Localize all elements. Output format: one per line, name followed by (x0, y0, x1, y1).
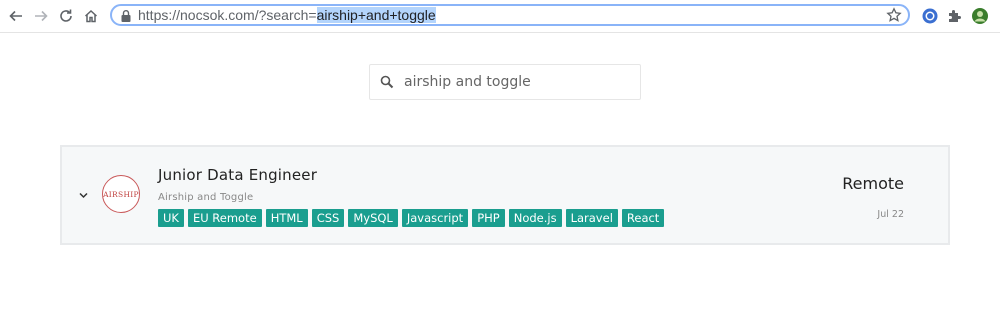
home-icon (84, 9, 98, 23)
company-logo: AIRSHIP (102, 175, 140, 213)
forward-button[interactable] (31, 6, 51, 26)
job-date: Jul 22 (877, 209, 904, 220)
url-text: https://nocsok.com/?search=airship+and+t… (138, 7, 436, 24)
extension-blue-icon[interactable] (920, 6, 940, 26)
tag[interactable]: Laravel (565, 209, 618, 227)
tag-list: UK EU Remote HTML CSS MySQL Javascript P… (158, 209, 665, 227)
job-location: Remote (842, 174, 904, 193)
company-logo-text: AIRSHIP (103, 189, 139, 199)
search-box (369, 64, 641, 100)
tag[interactable]: Node.js (508, 209, 562, 227)
company-name: Airship and Toggle (158, 192, 254, 203)
tag[interactable]: React (621, 209, 665, 227)
home-button[interactable] (81, 6, 101, 26)
job-title[interactable]: Junior Data Engineer (158, 166, 317, 184)
search-icon (380, 75, 394, 89)
tag[interactable]: Javascript (401, 209, 469, 227)
tag[interactable]: PHP (472, 209, 505, 227)
back-arrow-icon (9, 10, 22, 22)
reload-icon (60, 9, 72, 22)
address-bar[interactable]: https://nocsok.com/?search=airship+and+t… (110, 4, 910, 26)
url-base: https://nocsok.com/?search= (138, 7, 317, 23)
bookmark-star-icon[interactable] (886, 7, 902, 23)
tag[interactable]: HTML (265, 209, 308, 227)
extensions-puzzle-icon[interactable] (945, 6, 965, 26)
reload-button[interactable] (56, 6, 76, 26)
job-card[interactable]: AIRSHIP Junior Data Engineer Airship and… (60, 145, 950, 245)
forward-arrow-icon (35, 10, 48, 22)
tag[interactable]: UK (158, 209, 184, 227)
chevron-down-icon[interactable] (79, 192, 88, 199)
tag[interactable]: EU Remote (187, 209, 262, 227)
back-button[interactable] (6, 6, 26, 26)
url-query-selected: airship+and+toggle (316, 7, 436, 23)
tag[interactable]: MySQL (348, 209, 398, 227)
search-input[interactable] (404, 72, 624, 92)
browser-toolbar: https://nocsok.com/?search=airship+and+t… (0, 0, 1000, 33)
profile-avatar-icon[interactable] (970, 6, 990, 26)
tag[interactable]: CSS (311, 209, 345, 227)
lock-icon[interactable] (120, 9, 132, 23)
